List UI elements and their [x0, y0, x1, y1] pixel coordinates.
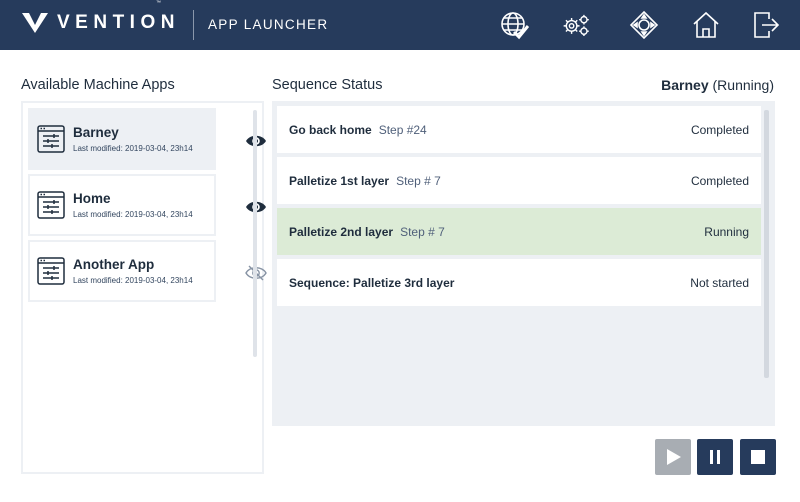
- brand-name: VENTION: [57, 12, 180, 33]
- app-window-icon: [37, 125, 65, 153]
- app-name: Another App: [73, 256, 155, 272]
- machine-state: (Running): [712, 77, 774, 93]
- sequence-status: Completed: [690, 122, 749, 137]
- sequence-name: Sequence: Palletize 3rd layer: [289, 275, 455, 290]
- sequence-step: Step # 7: [396, 173, 441, 188]
- play-icon: [667, 449, 681, 465]
- app-card-another-app[interactable]: Another App Last modified: 2019-03-04, 2…: [28, 240, 216, 302]
- settings-gears-icon[interactable]: [560, 9, 592, 41]
- top-bar: VENTION ™ APP LAUNCHER: [0, 0, 800, 50]
- pause-icon: [710, 450, 720, 464]
- sequence-name: Palletize 1st layer: [289, 173, 390, 188]
- vention-logo: VENTION: [22, 12, 180, 34]
- jog-controls-icon[interactable]: [628, 9, 660, 41]
- sequence-name: Go back home: [289, 122, 372, 137]
- machine-name: Barney: [661, 77, 709, 93]
- logout-icon[interactable]: [750, 9, 782, 41]
- stop-button[interactable]: [740, 439, 776, 475]
- sequence-name: Palletize 2nd layer: [289, 224, 394, 239]
- app-name: Barney: [73, 124, 119, 140]
- app-last-modified: Last modified: 2019-03-04, 23h14: [73, 275, 193, 285]
- apps-panel-title: Available Machine Apps: [21, 77, 175, 93]
- home-icon[interactable]: [690, 9, 722, 41]
- stop-icon: [751, 450, 765, 464]
- sequence-row-running[interactable]: Palletize 2nd layer Step # 7 Running: [277, 208, 761, 255]
- sequence-step: Step # 7: [400, 224, 445, 239]
- app-name: Home: [73, 190, 111, 206]
- app-card-home[interactable]: Home Last modified: 2019-03-04, 23h14: [28, 174, 216, 236]
- trademark: ™: [156, 0, 161, 6]
- app-window-icon: [37, 257, 65, 285]
- sequence-status: Not started: [690, 275, 749, 290]
- apps-scrollbar[interactable]: [253, 110, 257, 357]
- vention-logo-mark-icon: [22, 13, 48, 33]
- pause-button[interactable]: [697, 439, 733, 475]
- app-window-icon: [37, 191, 65, 219]
- app-title: APP LAUNCHER: [208, 17, 329, 32]
- sequence-list: Go back home Step #24 Completed Palletiz…: [272, 101, 775, 426]
- sequence-step: Step #24: [378, 122, 427, 137]
- apps-list: Barney Last modified: 2019-03-04, 23h14 …: [21, 101, 267, 474]
- app-last-modified: Last modified: 2019-03-04, 23h14: [73, 209, 193, 219]
- sequence-panel-title: Sequence Status: [272, 77, 383, 93]
- sequence-status: Completed: [690, 173, 749, 188]
- app-last-modified: Last modified: 2019-03-04, 23h14: [73, 143, 193, 153]
- sequence-status: Running: [704, 224, 749, 239]
- sequence-row[interactable]: Sequence: Palletize 3rd layer Not starte…: [277, 259, 761, 306]
- app-card-barney[interactable]: Barney Last modified: 2019-03-04, 23h14: [28, 108, 216, 170]
- sequence-row[interactable]: Palletize 1st layer Step # 7 Completed: [277, 157, 761, 204]
- sequence-row[interactable]: Go back home Step #24 Completed: [277, 106, 761, 153]
- network-check-icon[interactable]: [498, 9, 530, 41]
- sequence-scrollbar[interactable]: [764, 110, 769, 378]
- header-divider: [193, 10, 194, 40]
- running-machine-label: Barney (Running): [661, 77, 774, 93]
- play-button[interactable]: [655, 439, 691, 475]
